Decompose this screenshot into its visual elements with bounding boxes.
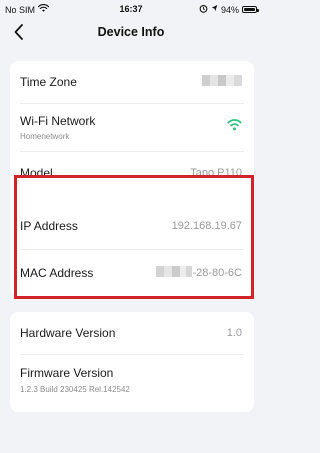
- network-info-card: IP Address 192.168.19.67 MAC Address -28…: [10, 177, 254, 296]
- status-bar: No SIM 16:37 94%: [0, 0, 262, 20]
- mac-address-row: MAC Address -28-80-6C: [10, 250, 254, 296]
- firmware-version-row[interactable]: Firmware Version 1.2.3 Build 230425 Rel.…: [10, 355, 254, 412]
- time-zone-value-redacted: [202, 75, 242, 89]
- battery-percent: 94%: [220, 4, 239, 15]
- status-bar-right: 94%: [199, 4, 259, 15]
- firmware-version-value: 1.2.3 Build 230425 Rel.142542: [20, 385, 130, 394]
- mac-address-value: -28-80-6C: [156, 266, 242, 280]
- wifi-network-label: Wi-Fi Network: [20, 114, 96, 128]
- wifi-network-row[interactable]: Wi-Fi Network Homenetwork: [10, 104, 254, 151]
- time-zone-row[interactable]: Time Zone: [10, 61, 254, 103]
- mac-address-visible: -28-80-6C: [192, 266, 242, 279]
- firmware-version-label: Firmware Version: [20, 366, 114, 380]
- battery-icon: [242, 6, 259, 13]
- alarm-icon: [199, 4, 208, 15]
- hardware-version-row: Hardware Version 1.0: [10, 312, 254, 354]
- page-title: Device Info: [97, 25, 165, 39]
- wifi-network-name: Homenetwork: [20, 132, 70, 141]
- general-info-card: Time Zone Wi-Fi Network Homenetwork Mode…: [10, 61, 254, 194]
- mac-address-label: MAC Address: [20, 266, 94, 280]
- hardware-version-value: 1.0: [226, 327, 242, 339]
- time-zone-label: Time Zone: [20, 75, 77, 89]
- location-icon: [211, 4, 218, 15]
- wifi-signal-icon: [227, 118, 242, 134]
- version-info-card: Hardware Version 1.0 Firmware Version 1.…: [10, 312, 254, 412]
- nav-bar: Device Info: [0, 20, 262, 44]
- ip-address-row: IP Address 192.168.19.67: [10, 177, 254, 246]
- hardware-version-label: Hardware Version: [20, 326, 116, 340]
- mac-address-redacted: [156, 266, 193, 280]
- ip-address-label: IP Address: [20, 219, 78, 233]
- ip-address-value: 192.168.19.67: [171, 220, 242, 232]
